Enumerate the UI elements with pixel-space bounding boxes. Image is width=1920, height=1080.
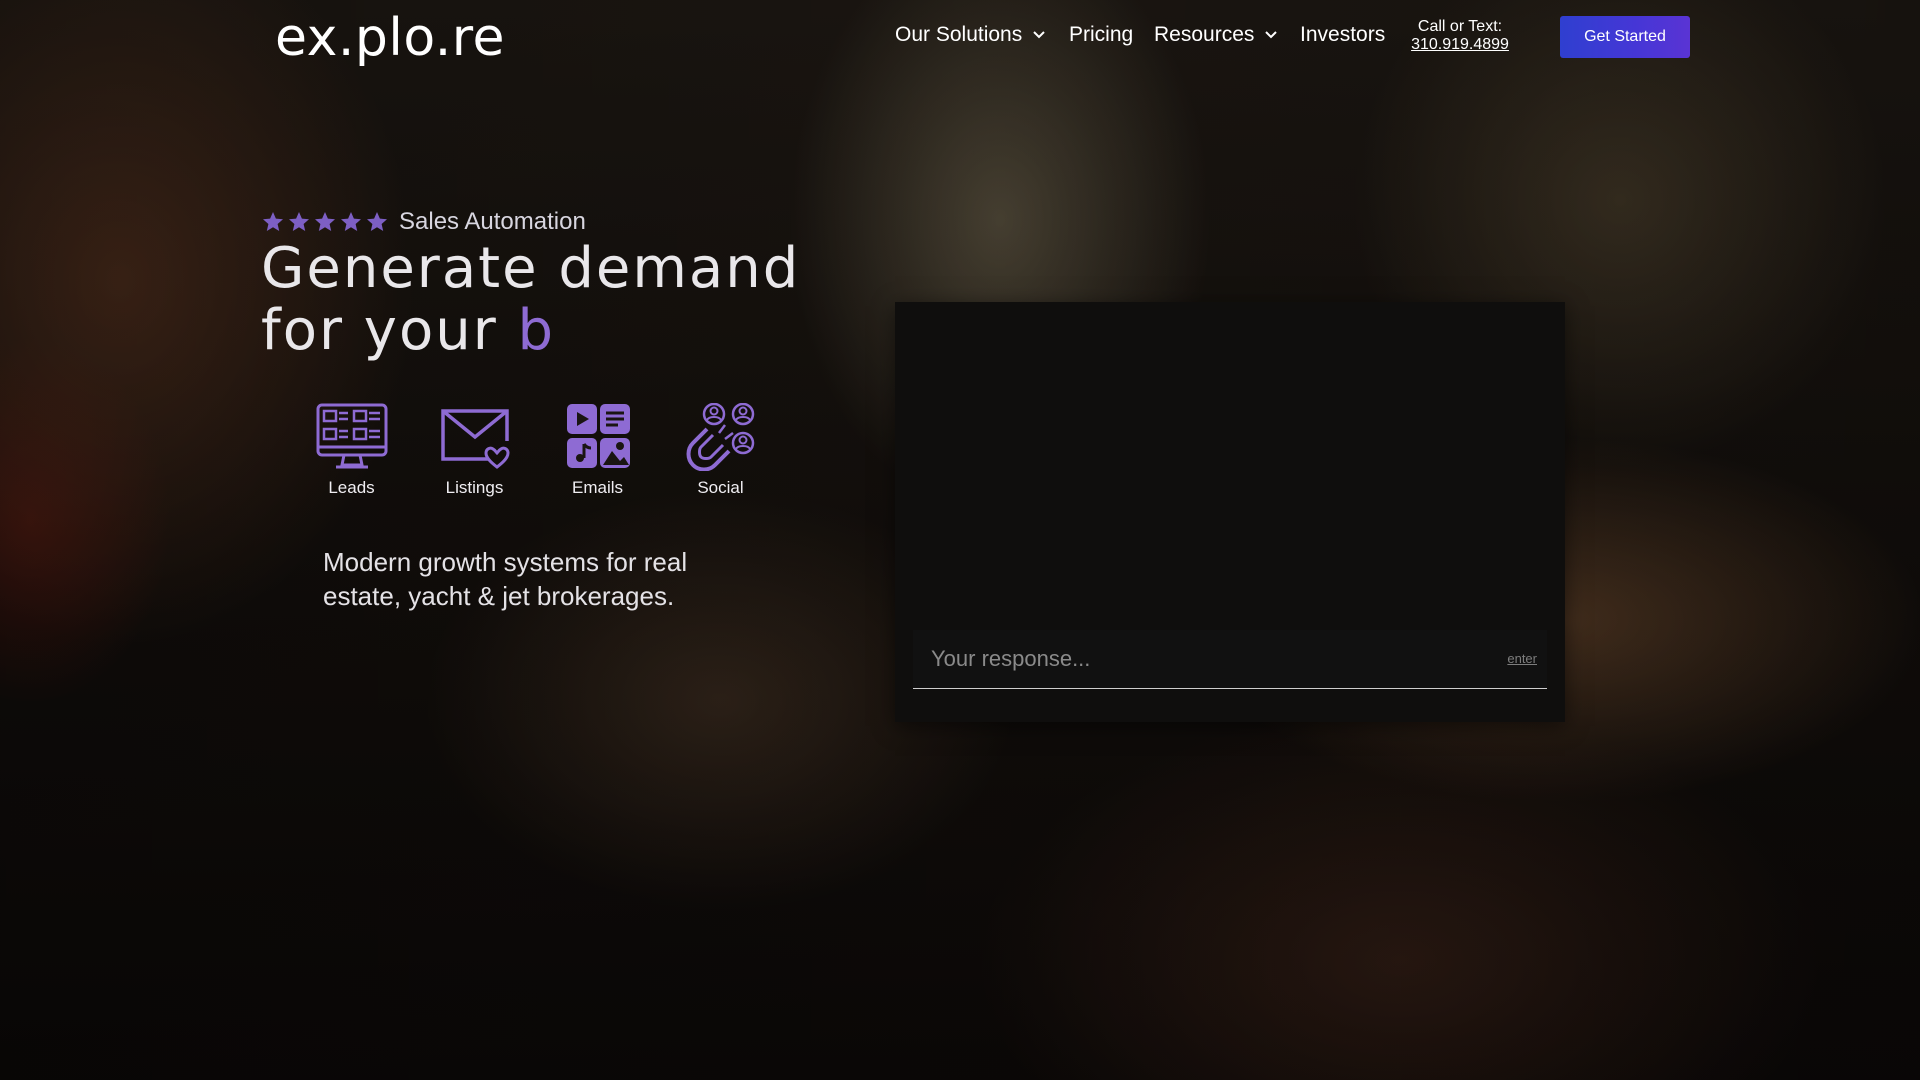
nav-our-solutions[interactable]: Our Solutions	[895, 23, 1046, 47]
star-icon	[341, 212, 361, 231]
chevron-down-icon	[1033, 31, 1045, 39]
feature-emails: Emails	[536, 403, 659, 498]
nav-pricing[interactable]: Pricing	[1069, 23, 1133, 47]
feature-leads-label: Leads	[328, 478, 375, 497]
hero-headline: Generate demand for your b	[261, 238, 821, 362]
response-input[interactable]	[913, 630, 1493, 688]
nav-resources[interactable]: Resources	[1154, 23, 1278, 47]
rating-label: Sales Automation	[399, 208, 586, 235]
monitor-grid-icon	[316, 403, 387, 469]
rating-stars	[261, 210, 389, 234]
feature-listings-label: Listings	[445, 478, 504, 497]
nav-resources-label: Resources	[1154, 23, 1255, 46]
headline-accent: b	[517, 298, 556, 363]
star-icon	[367, 212, 387, 231]
headline-line-2: for your	[261, 298, 518, 363]
chevron-down-icon	[1265, 31, 1278, 39]
feature-social-label: Social	[697, 478, 744, 497]
feature-list: Leads Listings Emails Social	[290, 403, 782, 498]
envelope-heart-icon	[440, 409, 510, 469]
phone-link[interactable]: 310.919.4899	[1402, 36, 1518, 54]
feature-listings: Listings	[413, 403, 536, 498]
site-logo[interactable]: ex.plo.re	[275, 8, 505, 68]
feature-leads: Leads	[290, 403, 413, 498]
hero-tagline: Modern growth systems for real estate, y…	[323, 547, 688, 611]
nav-pricing-label: Pricing	[1069, 23, 1134, 46]
chat-panel: enter	[895, 302, 1565, 722]
star-icon	[289, 212, 309, 231]
headline-line-1: Generate demand	[261, 236, 801, 301]
nav-investors-label: Investors	[1300, 23, 1386, 46]
call-label: Call or Text:	[1417, 18, 1503, 35]
contact-block: Call or Text: 310.919.4899	[1402, 18, 1518, 54]
top-nav: ex.plo.re Our Solutions Pricing Resource…	[0, 0, 1920, 75]
enter-submit-hint[interactable]: enter	[1507, 651, 1537, 666]
response-input-row: enter	[913, 630, 1547, 689]
feature-social: Social	[659, 403, 782, 498]
star-icon	[263, 212, 283, 231]
media-tiles-icon	[566, 404, 630, 468]
get-started-button[interactable]: Get Started	[1560, 16, 1690, 58]
nav-investors[interactable]: Investors	[1300, 23, 1385, 47]
magnet-users-icon	[686, 403, 754, 471]
rating-row: Sales Automation	[261, 208, 586, 236]
nav-our-solutions-label: Our Solutions	[895, 23, 1023, 46]
star-icon	[315, 212, 335, 231]
feature-emails-label: Emails	[571, 478, 623, 497]
